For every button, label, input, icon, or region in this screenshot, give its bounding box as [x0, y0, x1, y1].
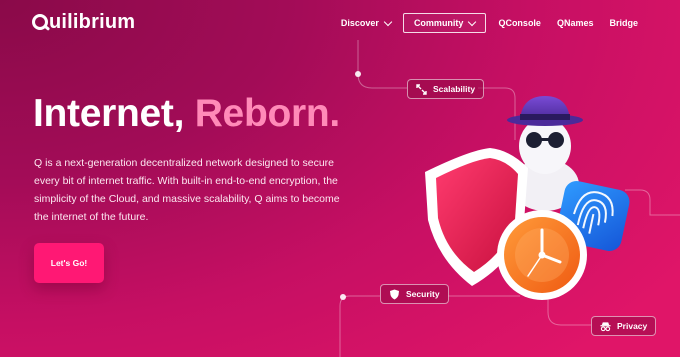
- nav-qconsole[interactable]: QConsole: [490, 14, 549, 32]
- nav-qconsole-label: QConsole: [498, 18, 541, 28]
- nav-discover-label: Discover: [340, 18, 379, 28]
- hero-title-part1: Internet,: [33, 92, 195, 135]
- privacy-label: Privacy: [617, 321, 648, 331]
- scalability-label: Scalability: [433, 84, 476, 94]
- security-tag: Security: [380, 284, 449, 304]
- spy-incognito-icon: [600, 321, 611, 332]
- shield-icon: [389, 289, 400, 300]
- hero-title: Internet, Reborn.: [33, 92, 340, 136]
- nav-qnames[interactable]: QNames: [549, 14, 602, 32]
- main-nav: Discover Community QConsole QNames Bridg…: [333, 13, 646, 33]
- lets-go-button[interactable]: Let's Go!: [34, 243, 104, 283]
- security-label: Security: [406, 289, 440, 299]
- nav-community-label: Community: [413, 18, 464, 28]
- nav-bridge-label: Bridge: [609, 18, 638, 28]
- brand-logo[interactable]: uilibrium: [32, 11, 135, 33]
- hero-description: Q is a next-generation decentralized net…: [34, 157, 340, 223]
- chevron-down-icon: [383, 17, 393, 26]
- clock-icon: [497, 210, 587, 300]
- hero-illustration: [425, 96, 630, 300]
- nav-bridge[interactable]: Bridge: [601, 14, 646, 32]
- chevron-down-icon: [468, 17, 477, 26]
- nav-qnames-label: QNames: [556, 18, 594, 28]
- q-logo-icon: [32, 14, 48, 30]
- nav-discover[interactable]: Discover: [333, 14, 399, 32]
- scalability-tag: Scalability: [407, 79, 485, 99]
- nav-community[interactable]: Community: [402, 13, 487, 33]
- brand-name: uilibrium: [49, 10, 136, 33]
- expand-arrows-icon: [416, 83, 427, 95]
- privacy-tag: Privacy: [591, 316, 657, 336]
- hero-title-part2: Reborn.: [194, 92, 341, 135]
